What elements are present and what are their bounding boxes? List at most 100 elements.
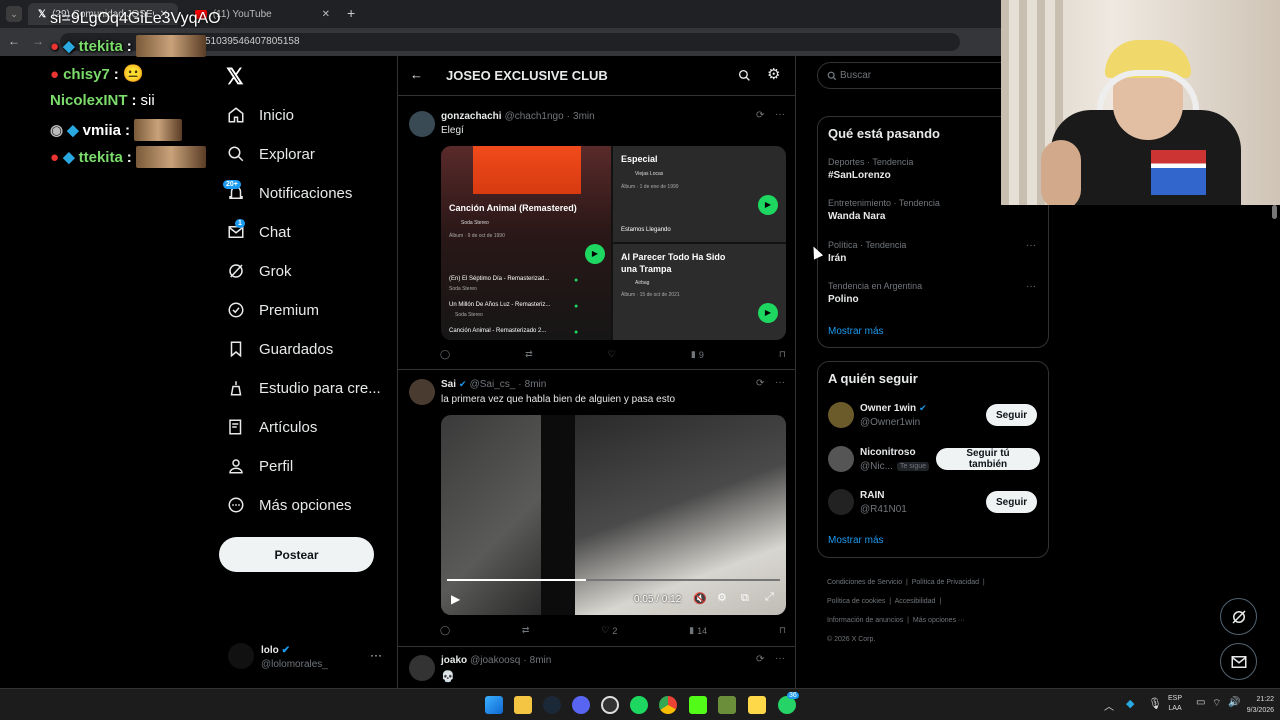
like-button[interactable]: ♡ 2	[601, 625, 617, 636]
avatar	[409, 379, 435, 405]
forward-arrow-icon[interactable]: →	[32, 34, 44, 48]
views-button[interactable]: ▮ 14	[689, 625, 707, 636]
more-dots-icon[interactable]: ···	[1026, 240, 1036, 251]
play-icon[interactable]: ▶	[451, 592, 460, 606]
nav-item-explorar[interactable]: Explorar	[227, 145, 315, 163]
nav-item-chat[interactable]: 1 Chat	[227, 219, 291, 241]
clock[interactable]: 21:22 9/3/2026	[1230, 694, 1274, 716]
messages-fab-button[interactable]	[1220, 643, 1257, 680]
mute-icon[interactable]: 🔇	[693, 592, 707, 605]
wifi-icon[interactable]: ⌔	[1212, 697, 1221, 710]
language-indicator[interactable]: ESP LAA	[1168, 694, 1182, 714]
grok-fab-button[interactable]	[1220, 598, 1257, 635]
tweet[interactable]: gonzachachi @chach1ngo · 3min ⟳ ··· Eleg…	[398, 104, 795, 370]
windows-start-icon[interactable]	[485, 696, 503, 714]
footer-link[interactable]: Política de cookies	[827, 598, 885, 605]
follow-suggestion[interactable]: Niconitroso @Nic... Te sigue Seguir tú t…	[828, 445, 1040, 475]
reply-icon[interactable]: ◯	[440, 349, 450, 360]
kick-icon[interactable]	[689, 696, 707, 714]
bookmark-icon[interactable]: ⊓	[779, 349, 786, 360]
show-more-follow-link[interactable]: Mostrar más	[828, 535, 884, 546]
file-explorer-icon[interactable]	[514, 696, 532, 714]
footer-link[interactable]: Política de Privacidad	[912, 579, 979, 586]
gear-icon[interactable]: ⚙	[767, 65, 780, 83]
spotify-play-button[interactable]: ▶	[758, 195, 778, 215]
nav-item-inicio[interactable]: Inicio	[227, 106, 294, 124]
nav-item-mas-opciones[interactable]: Más opciones	[227, 496, 352, 514]
show-more-trends-link[interactable]: Mostrar más	[828, 326, 884, 337]
nav-item-grok[interactable]: Grok	[227, 262, 292, 280]
bookmark-icon[interactable]: ⊓	[779, 625, 786, 636]
like-icon[interactable]: ♡	[608, 349, 616, 360]
trend-item[interactable]: Política · Tendencia Irán ···	[828, 240, 1040, 264]
minecraft-icon[interactable]	[718, 696, 736, 714]
search-icon[interactable]	[738, 69, 751, 82]
trend-item[interactable]: Tendencia en Argentina Polino ···	[828, 281, 1040, 305]
grok-icon[interactable]: ⟳	[756, 654, 764, 665]
fullscreen-icon[interactable]: ⤢	[765, 591, 774, 604]
search-box[interactable]: Buscar	[817, 62, 1017, 89]
network-icon[interactable]: ◆	[1126, 697, 1134, 710]
retweet-icon[interactable]: ⇄	[525, 349, 533, 360]
nav-item-articulos[interactable]: Artículos	[227, 418, 317, 436]
notes-icon[interactable]	[748, 696, 766, 714]
tweet-image[interactable]: Canción Animal (Remastered) Soda Stereo …	[441, 146, 786, 340]
more-dots-icon[interactable]: ···	[775, 377, 785, 388]
chat-username: ttekita	[78, 148, 123, 166]
footer-link[interactable]: Accesibilidad	[895, 598, 936, 605]
webcam-overlay	[1001, 0, 1280, 205]
footer-link[interactable]: Información de anuncios	[827, 617, 903, 624]
pip-icon[interactable]: ⧉	[741, 592, 749, 605]
discord-icon[interactable]	[572, 696, 590, 714]
album-cover-image	[473, 146, 581, 194]
steam-icon[interactable]	[543, 696, 561, 714]
nav-label: Premium	[259, 301, 320, 319]
microphone-icon[interactable]: 🎙	[1148, 697, 1162, 710]
close-icon[interactable]: ✕	[322, 9, 330, 20]
nav-item-guardados[interactable]: Guardados	[227, 340, 333, 358]
search-input[interactable]: Buscar	[840, 70, 871, 81]
follow-suggestion[interactable]: Owner 1win ✔ @Owner1win Seguir	[828, 401, 1040, 431]
grok-icon[interactable]: ⟳	[756, 378, 764, 389]
reply-icon[interactable]: ◯	[440, 625, 450, 636]
follow-button[interactable]: Seguir	[986, 491, 1038, 513]
tab-list-dropdown-icon[interactable]: ⌄	[6, 6, 22, 22]
nav-item-estudio[interactable]: Estudio para cre...	[227, 379, 381, 397]
gear-icon[interactable]: ⚙	[717, 591, 727, 604]
chevron-up-icon[interactable]: ︿	[1104, 698, 1114, 713]
follow-button[interactable]: Seguir	[986, 404, 1038, 426]
footer-link[interactable]: Más opciones ···	[913, 617, 965, 624]
spotify-play-button[interactable]: ▶	[758, 303, 778, 323]
post-button[interactable]: Postear	[219, 537, 374, 572]
tweet-video[interactable]: ▶ 0:05 / 0:12 🔇 ⚙ ⧉ ⤢	[441, 415, 786, 615]
spotify-icon[interactable]	[630, 696, 648, 714]
tweet[interactable]: Sai ✔ @Sai_cs_ · 8min ⟳ ··· la primera v…	[398, 371, 795, 647]
chrome-icon[interactable]	[659, 696, 677, 714]
grok-icon[interactable]: ⟳	[756, 110, 764, 121]
tweet-author-name: gonzachachi	[441, 111, 502, 122]
follow-back-button[interactable]: Seguir tú también	[936, 448, 1040, 470]
back-arrow-icon[interactable]: ←	[8, 34, 20, 48]
views-button[interactable]: ▮ 9	[691, 349, 704, 360]
studio-icon	[230, 381, 242, 396]
x-logo-icon[interactable]: 𝕏	[226, 64, 244, 90]
nav-item-premium[interactable]: Premium	[227, 301, 319, 319]
more-dots-icon[interactable]: ···	[1026, 281, 1036, 292]
footer-link[interactable]: Condiciones de Servicio	[827, 579, 902, 586]
display-icon[interactable]: ▭	[1196, 697, 1205, 708]
more-dots-icon[interactable]: ···	[775, 653, 785, 664]
back-arrow-icon[interactable]: ←	[410, 67, 423, 82]
retweet-icon[interactable]: ⇄	[522, 625, 530, 636]
video-time: 0:05 / 0:12	[634, 594, 682, 605]
more-dots-icon[interactable]: ···	[775, 109, 785, 120]
new-tab-button[interactable]: +	[347, 5, 355, 21]
scrollbar[interactable]	[1272, 205, 1277, 219]
more-dots-icon[interactable]: ···	[370, 648, 382, 662]
follow-suggestion[interactable]: RAIN @R41N01 Seguir	[828, 488, 1040, 518]
tweet[interactable]: joako @joakoosq · 8min ⟳ ··· 💀	[398, 648, 795, 688]
spotify-play-button[interactable]: ▶	[585, 244, 605, 264]
account-switcher[interactable]: lolo ✔ @lolomorales_ ···	[228, 643, 388, 673]
nav-item-notificaciones[interactable]: 20+ Notificaciones	[223, 180, 352, 202]
obs-icon[interactable]	[601, 696, 619, 714]
nav-item-perfil[interactable]: Perfil	[227, 457, 293, 475]
